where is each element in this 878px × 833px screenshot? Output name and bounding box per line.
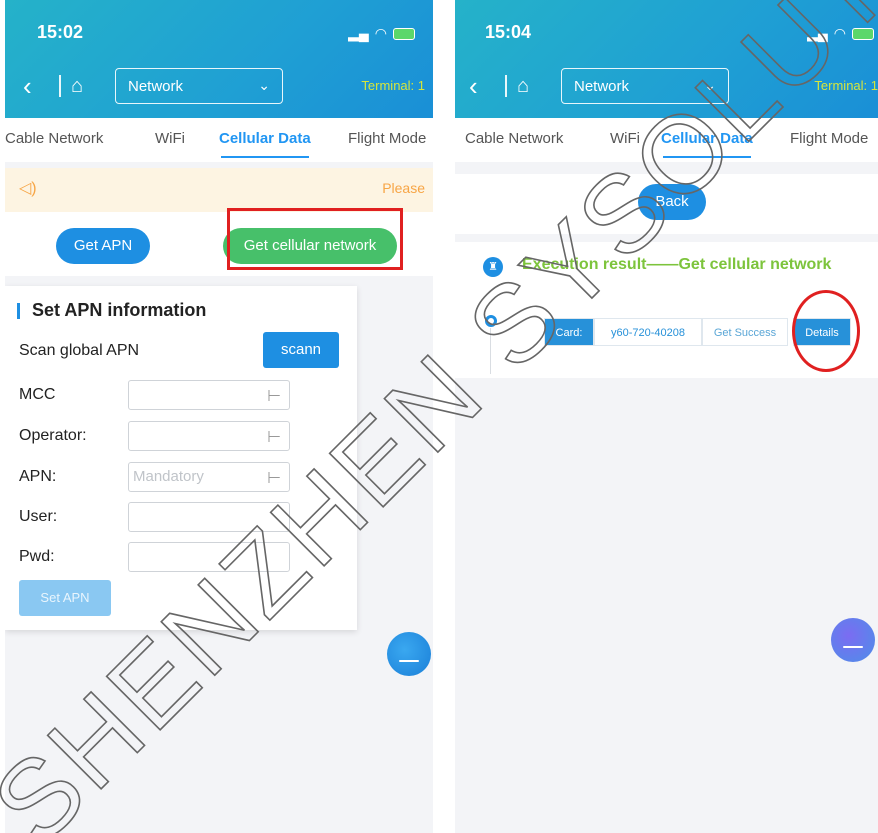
fab-line — [399, 660, 419, 662]
chevron-down-icon: ⌄ — [258, 77, 270, 93]
nav-divider — [505, 75, 507, 97]
network-select[interactable]: Network ⌄ — [561, 68, 729, 104]
status-time: 15:02 — [37, 22, 84, 42]
network-select-value: Network — [128, 77, 184, 95]
tab-cable-network[interactable]: Cable Network — [465, 118, 563, 162]
apn-placeholder: Mandatory — [133, 468, 204, 485]
home-icon[interactable]: ⌂ — [71, 75, 97, 98]
mcc-field[interactable]: ⊢ — [128, 380, 290, 410]
action-buttons: Get APN Get cellular network — [5, 208, 433, 276]
speaker-icon: ◁) — [19, 180, 37, 197]
tab-wifi[interactable]: WiFi — [155, 118, 185, 162]
tab-cellular-data[interactable]: Cellular Data — [661, 118, 753, 162]
back-arrow-icon[interactable]: ‹ — [23, 71, 49, 102]
back-button[interactable]: Back — [638, 184, 706, 220]
timeline-dot — [485, 315, 497, 327]
header: 15:04 ▂▄ ◠ ‹ ⌂ Network ⌄ Terminal: 1 — [455, 0, 878, 118]
result-status: Get Success — [702, 318, 788, 346]
set-apn-button[interactable]: Set APN — [19, 580, 111, 616]
chevron-down-icon: ⌄ — [704, 77, 716, 93]
status-time: 15:04 — [485, 22, 532, 42]
terminal-label: Terminal: 1 — [814, 78, 878, 93]
notice-text: Please — [382, 180, 425, 196]
notice-bar: ◁) Please — [5, 168, 433, 212]
battery-icon — [852, 27, 874, 40]
dropdown-handle-icon[interactable]: ⊢ — [267, 465, 281, 493]
title-accent-bar — [17, 302, 20, 319]
terminal-label: Terminal: 1 — [361, 78, 425, 93]
signal-icon: ▂▄ — [807, 25, 828, 41]
tab-bar: Cable Network WiFi Cellular Data Flight … — [5, 118, 433, 162]
back-arrow-icon[interactable]: ‹ — [469, 71, 495, 102]
red-highlight-circle — [792, 290, 860, 372]
right-phone-screen: 15:04 ▂▄ ◠ ‹ ⌂ Network ⌄ Terminal: 1 Cab… — [455, 0, 878, 833]
card-label: Card: — [544, 318, 594, 346]
operator-field[interactable]: ⊢ — [128, 421, 290, 451]
mcc-label: MCC — [19, 386, 56, 403]
apn-form-card: Set APN information Scan global APN scan… — [5, 286, 357, 630]
tab-bar: Cable Network WiFi Cellular Data Flight … — [455, 118, 878, 162]
user-label: User: — [19, 508, 58, 525]
wifi-icon: ◠ — [374, 25, 387, 41]
operator-label: Operator: — [19, 427, 87, 444]
network-select[interactable]: Network ⌄ — [115, 68, 283, 104]
pwd-field[interactable] — [128, 542, 290, 572]
nav-divider — [59, 75, 61, 97]
tab-cable-network[interactable]: Cable Network — [5, 118, 103, 162]
get-apn-button[interactable]: Get APN — [56, 228, 150, 264]
user-field[interactable] — [128, 502, 290, 532]
form-title-text: Set APN information — [32, 300, 207, 320]
battery-icon — [393, 27, 415, 40]
pwd-label: Pwd: — [19, 548, 55, 565]
scan-global-apn-label: Scan global APN — [19, 342, 140, 359]
status-icons: ▂▄ ◠ — [348, 25, 415, 42]
dropdown-handle-icon[interactable]: ⊢ — [267, 383, 281, 411]
header: 15:02 ▂▄ ◠ ‹ ⌂ Network ⌄ Terminal: 1 — [5, 0, 433, 118]
page: 15:02 ▂▄ ◠ ‹ ⌂ Network ⌄ Terminal: 1 Cab… — [0, 0, 878, 833]
red-highlight-box — [227, 208, 403, 270]
result-title: Execution result——Get cellular network — [522, 256, 832, 273]
result-badge-icon: ♜ — [483, 257, 503, 277]
tab-wifi[interactable]: WiFi — [610, 118, 640, 162]
tab-flight-mode[interactable]: Flight Mode — [790, 118, 868, 162]
status-icons: ▂▄ ◠ — [807, 25, 874, 42]
home-icon[interactable]: ⌂ — [517, 75, 543, 98]
apn-field[interactable]: Mandatory ⊢ — [128, 462, 290, 492]
tab-flight-mode[interactable]: Flight Mode — [348, 118, 426, 162]
floating-action-button[interactable] — [387, 632, 431, 676]
tab-cellular-data[interactable]: Cellular Data — [219, 118, 311, 162]
dropdown-handle-icon[interactable]: ⊢ — [267, 424, 281, 452]
left-phone-screen: 15:02 ▂▄ ◠ ‹ ⌂ Network ⌄ Terminal: 1 Cab… — [5, 0, 433, 833]
wifi-icon: ◠ — [833, 25, 846, 41]
timeline-line — [490, 328, 491, 374]
apn-label: APN: — [19, 468, 57, 485]
scann-button[interactable]: scann — [263, 332, 339, 368]
floating-action-button[interactable] — [831, 618, 875, 662]
fab-line — [843, 646, 863, 648]
network-select-value: Network — [574, 77, 630, 95]
signal-icon: ▂▄ — [348, 25, 369, 41]
back-section: Back — [455, 174, 878, 234]
form-title: Set APN information — [17, 300, 206, 321]
card-value: y60-720-40208 — [594, 318, 702, 346]
